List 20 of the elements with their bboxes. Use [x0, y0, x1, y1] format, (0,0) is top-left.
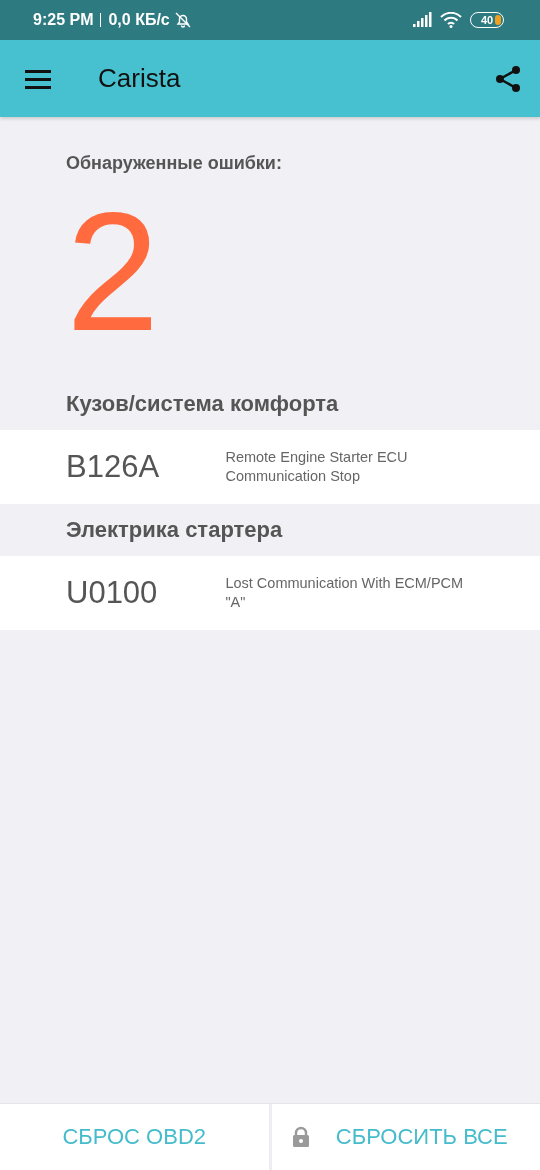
status-time: 9:25 PM	[33, 11, 94, 29]
lock-icon	[291, 1126, 310, 1148]
wifi-icon	[440, 12, 462, 28]
error-description: Lost Communication With ECM/PCM "A"	[225, 574, 465, 612]
group-title: Кузов/система комфорта	[65, 390, 340, 418]
group-title: Электрика стартера	[65, 516, 284, 544]
signal-icon	[412, 12, 432, 28]
app-title: Carista	[98, 63, 182, 94]
network-speed: 0,0 КБ/с	[108, 11, 170, 29]
error-description: Remote Engine Starter ECU Communication Stop	[225, 448, 409, 486]
error-count: 2	[66, 188, 160, 356]
errors-found-label: Обнаруженные ошибки:	[66, 153, 283, 174]
menu-icon[interactable]	[24, 67, 52, 90]
error-code: U0100	[66, 575, 159, 611]
error-code: B126A	[66, 449, 161, 485]
separator-icon	[100, 13, 102, 27]
error-row[interactable]: U0100 Lost Communication With ECM/PCM "A"	[0, 556, 540, 630]
muted-bell-icon	[173, 11, 192, 29]
share-icon[interactable]	[495, 64, 521, 93]
error-row[interactable]: B126A Remote Engine Starter ECU Communication Stop	[0, 430, 540, 504]
